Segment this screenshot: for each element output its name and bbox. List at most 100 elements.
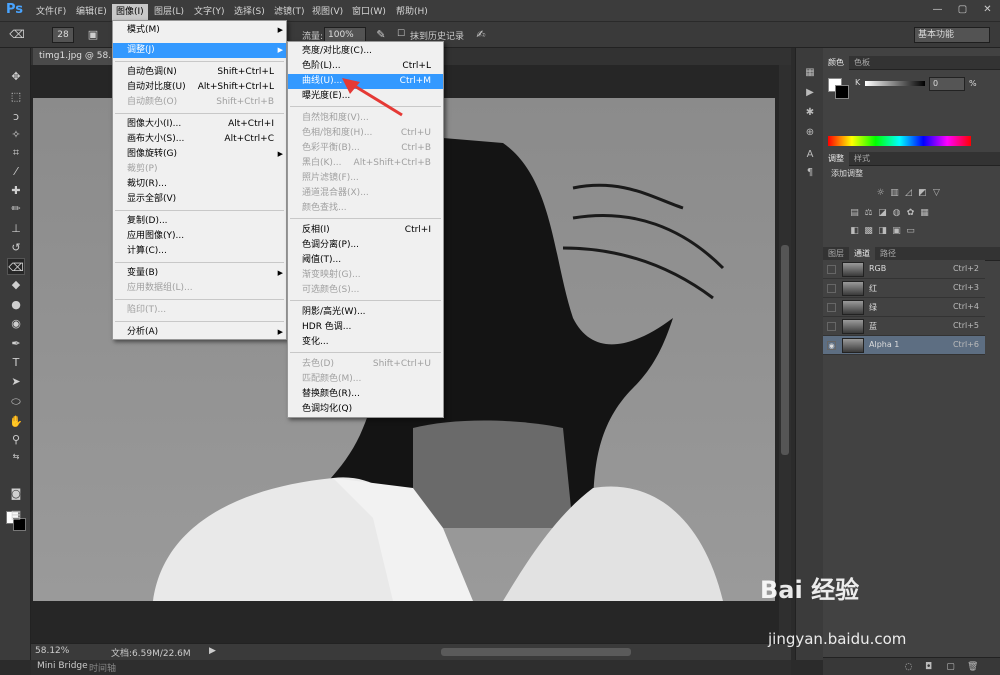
zoom-level[interactable]: 58.12% xyxy=(35,646,69,656)
zoom-tool-icon[interactable]: ⚲ xyxy=(7,431,25,448)
image-menu-item[interactable]: 复制(D)... xyxy=(113,214,286,229)
image-menu-item[interactable]: 裁剪(P) xyxy=(113,162,286,177)
path-select-tool-icon[interactable]: ➤ xyxy=(7,373,25,390)
image-menu-item[interactable]: 模式(M) ▶ xyxy=(113,23,286,38)
adjust-menu-item[interactable]: 色调分离(P)... xyxy=(288,238,443,253)
menu-filter[interactable]: 滤镜(T) xyxy=(270,4,309,20)
image-menu-item[interactable]: 显示全部(V) xyxy=(113,192,286,207)
adjust-menu-item[interactable]: 亮度/对比度(C)... xyxy=(288,44,443,59)
image-menu-item[interactable]: 图像大小(I)... Alt+Ctrl+I xyxy=(113,117,286,132)
adjust-menu-item[interactable]: 色相/饱和度(H)... Ctrl+U xyxy=(288,126,443,141)
menu-image[interactable]: 图像(I) xyxy=(112,4,148,20)
bw-adjust-icon[interactable]: ◪ xyxy=(877,208,888,218)
k-value-input[interactable]: 0 xyxy=(929,77,965,91)
channel-row[interactable]: ◉ Alpha 1 Ctrl+6 xyxy=(823,336,985,355)
image-menu-item[interactable]: 图像旋转(G) ▶ xyxy=(113,147,286,162)
dodge-tool-icon[interactable]: ◉ xyxy=(7,315,25,332)
selective-color-icon[interactable]: ▣ xyxy=(891,226,902,236)
brush-size-picker[interactable]: 28 xyxy=(52,27,74,43)
color-background-swatch[interactable] xyxy=(835,85,849,99)
levels-adjust-icon[interactable]: ▥ xyxy=(889,188,900,198)
pressure-icon[interactable]: ✍ xyxy=(472,26,490,43)
eraser-tool-icon[interactable]: ⌫ xyxy=(7,258,25,275)
image-menu-item[interactable]: 应用数据组(L)... xyxy=(113,281,286,296)
image-menu-item[interactable]: 应用图像(Y)... xyxy=(113,229,286,244)
paint-bucket-tool-icon[interactable]: ◆ xyxy=(7,276,25,293)
image-menu-item[interactable]: 自动色调(N) Shift+Ctrl+L xyxy=(113,65,286,80)
adjust-menu-item[interactable]: 阴影/高光(W)... xyxy=(288,305,443,320)
blur-tool-icon[interactable]: ● xyxy=(7,296,25,313)
history-panel-icon[interactable]: ▦ xyxy=(801,66,819,80)
image-menu-item[interactable]: 调整(J) ▶ xyxy=(113,43,286,58)
swap-colors-icon[interactable]: ⇆ xyxy=(7,448,25,465)
move-tool-icon[interactable]: ✥ xyxy=(7,68,25,85)
character-panel-icon[interactable]: A xyxy=(801,148,819,162)
tab-styles[interactable]: 样式 xyxy=(849,152,875,166)
minimize-button[interactable]: — xyxy=(925,2,950,18)
menu-select[interactable]: 选择(S) xyxy=(230,4,269,20)
marquee-tool-icon[interactable]: ⬚ xyxy=(7,88,25,105)
vertical-scroll-thumb[interactable] xyxy=(781,245,789,455)
brush-panel-icon[interactable]: ✱ xyxy=(801,106,819,120)
exposure-adjust-icon[interactable]: ◩ xyxy=(917,188,928,198)
visibility-eye-icon[interactable] xyxy=(827,284,836,293)
crop-tool-icon[interactable]: ⌗ xyxy=(7,144,25,161)
adjust-menu-item[interactable]: 色调均化(Q) xyxy=(288,402,443,417)
close-button[interactable]: ✕ xyxy=(975,2,1000,18)
mini-bridge-tab[interactable]: Mini Bridge xyxy=(37,661,88,671)
menu-help[interactable]: 帮助(H) xyxy=(392,4,432,20)
adjust-menu-item[interactable]: 替换颜色(R)... xyxy=(288,387,443,402)
image-menu-item[interactable]: 计算(C)... xyxy=(113,244,286,259)
image-menu-item[interactable]: 变量(B) ▶ xyxy=(113,266,286,281)
clone-source-icon[interactable]: ⊕ xyxy=(801,126,819,140)
brightness-adjust-icon[interactable]: ☼ xyxy=(875,188,886,198)
tab-adjustments[interactable]: 调整 xyxy=(823,152,849,166)
image-menu-item[interactable]: 陷印(T)... xyxy=(113,303,286,318)
k-slider[interactable] xyxy=(865,81,925,86)
adjust-menu-item[interactable]: 色彩平衡(B)... Ctrl+B xyxy=(288,141,443,156)
adjust-menu-item[interactable]: 变化... xyxy=(288,335,443,350)
brush-tool-icon[interactable]: ✏ xyxy=(7,200,25,217)
image-menu-item[interactable]: 裁切(R)... xyxy=(113,177,286,192)
adjust-menu-item[interactable]: 反相(I) Ctrl+I xyxy=(288,223,443,238)
hand-tool-icon[interactable]: ✋ xyxy=(7,413,25,430)
tab-paths[interactable]: 路径 xyxy=(875,247,901,261)
tab-swatches[interactable]: 色板 xyxy=(849,56,875,70)
adjust-menu-item[interactable]: 颜色查找... xyxy=(288,201,443,216)
status-menu-arrow-icon[interactable]: ▶ xyxy=(209,646,216,656)
channel-row[interactable]: 绿 Ctrl+4 xyxy=(823,298,985,317)
image-menu-item[interactable]: 自动颜色(O) Shift+Ctrl+B xyxy=(113,95,286,110)
workspace-select[interactable]: 基本功能 xyxy=(914,27,990,43)
menu-file[interactable]: 文件(F) xyxy=(32,4,70,20)
visibility-eye-icon[interactable] xyxy=(827,265,836,274)
lasso-tool-icon[interactable]: ↄ xyxy=(7,108,25,125)
visibility-eye-icon[interactable] xyxy=(827,322,836,331)
image-menu-item[interactable]: 自动对比度(U) Alt+Shift+Ctrl+L xyxy=(113,80,286,95)
channel-row[interactable]: 红 Ctrl+3 xyxy=(823,279,985,298)
tab-color[interactable]: 颜色 xyxy=(823,56,849,70)
channel-row[interactable]: RGB Ctrl+2 xyxy=(823,260,985,279)
delete-channel-icon[interactable]: 🗑 xyxy=(967,662,978,672)
photo-filter-icon[interactable]: ◍ xyxy=(891,208,902,218)
horizontal-scroll-thumb[interactable] xyxy=(441,648,631,656)
menu-edit[interactable]: 编辑(E) xyxy=(72,4,111,20)
new-channel-icon[interactable]: ▢ xyxy=(945,662,956,672)
posterize-adjust-icon[interactable]: ▩ xyxy=(863,226,874,236)
balance-adjust-icon[interactable]: ⚖ xyxy=(863,208,874,218)
threshold-adjust-icon[interactable]: ◨ xyxy=(877,226,888,236)
eyedropper-tool-icon[interactable]: ⁄ xyxy=(7,163,25,180)
quick-select-tool-icon[interactable]: ✧ xyxy=(7,126,25,143)
pen-tool-icon[interactable]: ✒ xyxy=(7,335,25,352)
quick-mask-icon[interactable]: ◙ xyxy=(7,485,25,502)
actions-panel-icon[interactable]: ▶ xyxy=(801,86,819,100)
channel-row[interactable]: 蓝 Ctrl+5 xyxy=(823,317,985,336)
lookup-adjust-icon[interactable]: ▦ xyxy=(919,208,930,218)
image-menu-item[interactable]: 分析(A) ▶ xyxy=(113,325,286,340)
visibility-eye-icon[interactable] xyxy=(827,303,836,312)
tab-channels[interactable]: 通道 xyxy=(849,247,875,261)
type-tool-icon[interactable]: T xyxy=(7,354,25,371)
visibility-eye-icon[interactable]: ◉ xyxy=(827,341,836,350)
stamp-tool-icon[interactable]: ⊥ xyxy=(7,220,25,237)
healing-tool-icon[interactable]: ✚ xyxy=(7,182,25,199)
brush-panel-icon[interactable]: ▣ xyxy=(84,26,102,43)
